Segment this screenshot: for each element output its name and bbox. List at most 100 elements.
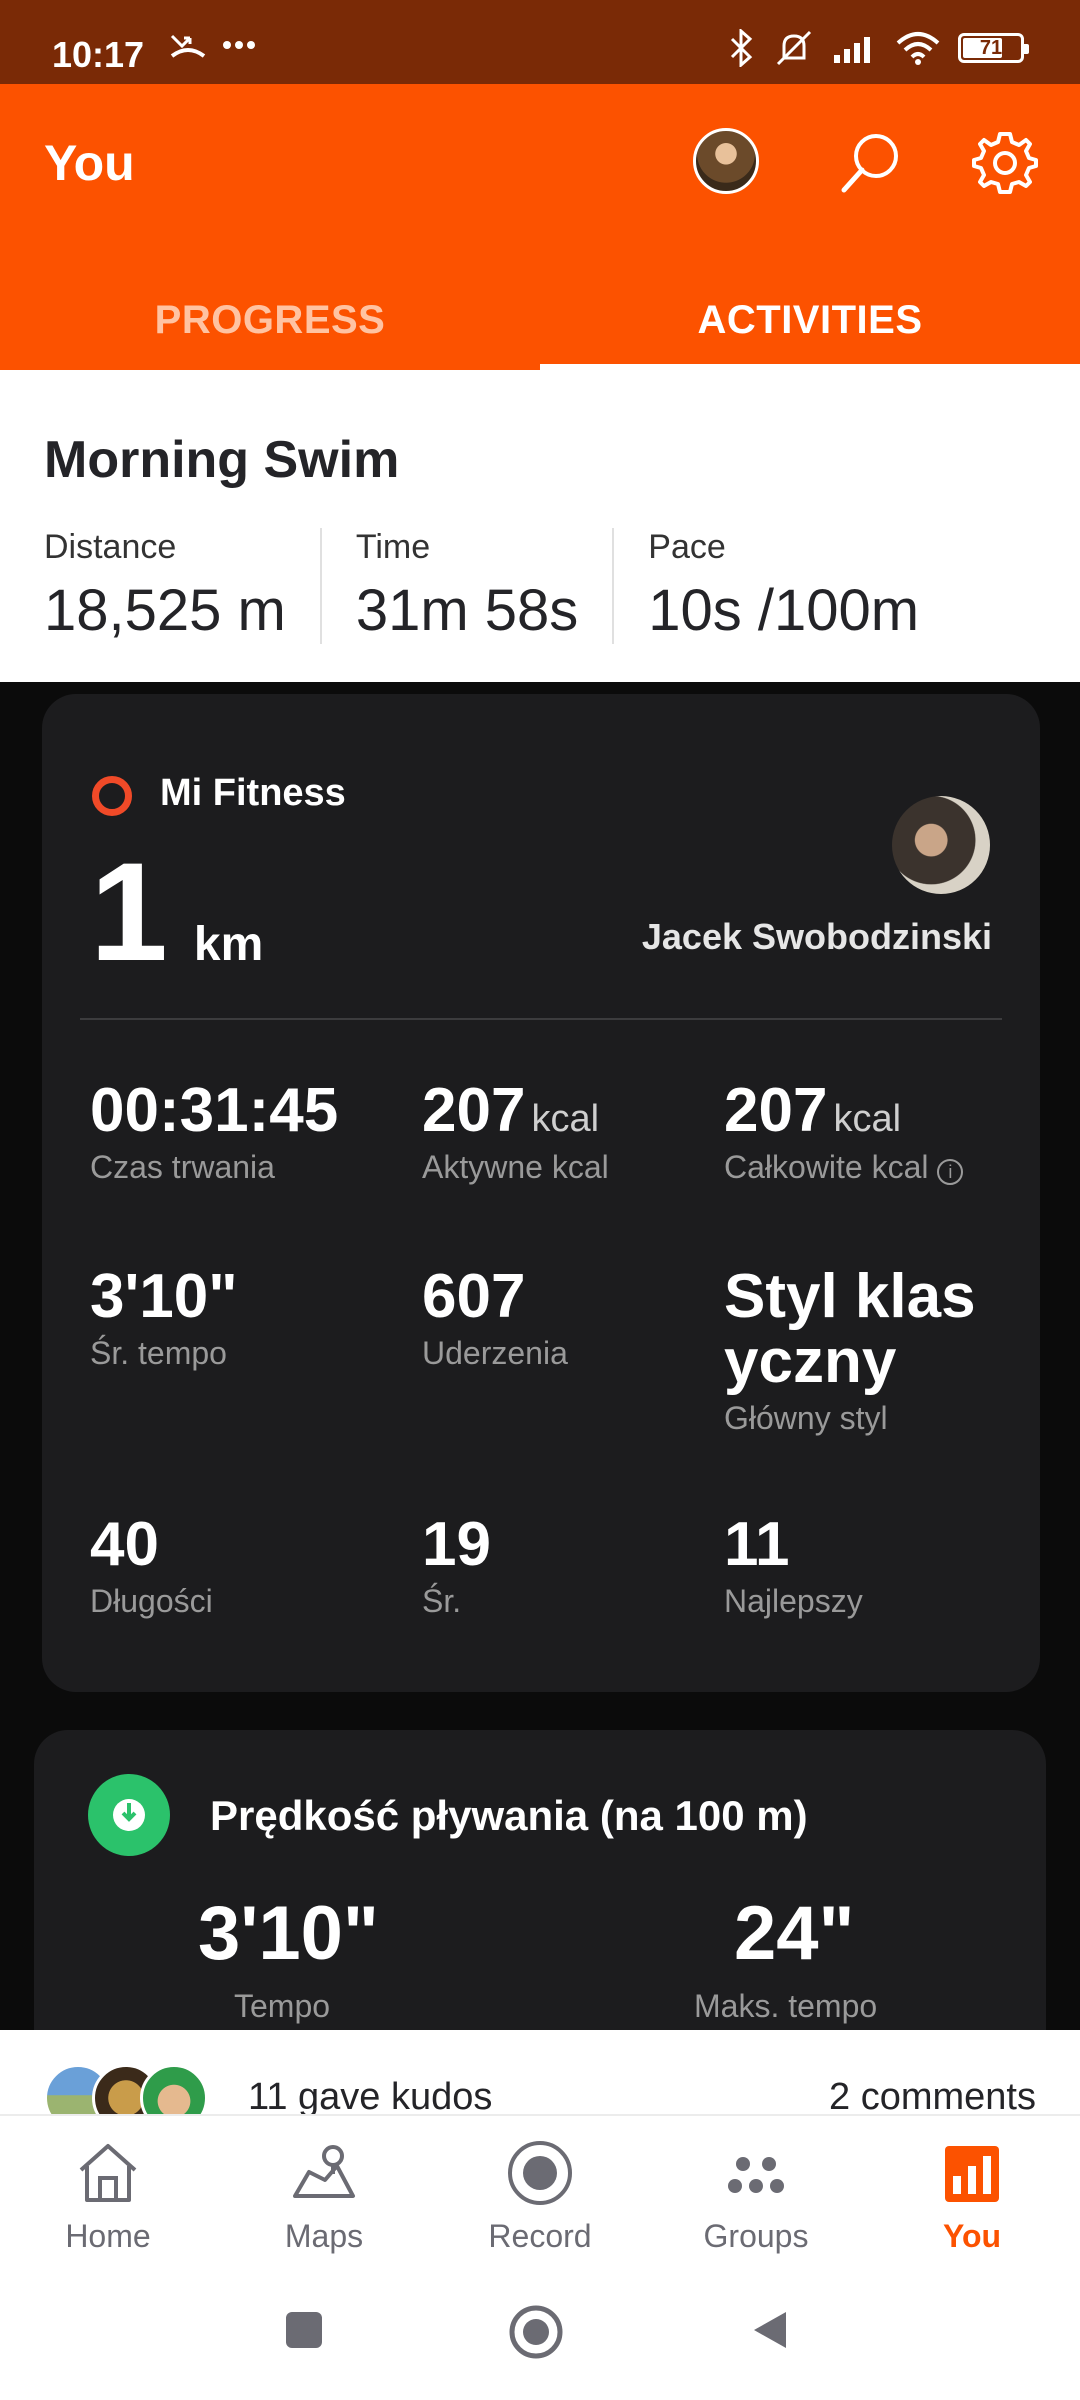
mi-label: Aktywne kcal <box>422 1149 609 1186</box>
mi-label: Najlepszy <box>724 1583 863 1620</box>
mi-lengths: 40 Długości <box>90 1512 213 1620</box>
mi-fitness-brand: Mi Fitness <box>160 772 346 814</box>
stat-label: Distance <box>44 528 177 566</box>
mute-icon <box>776 30 812 66</box>
mi-active-kcal: 207 kcal Aktywne kcal <box>422 1078 609 1186</box>
bottom-nav: Home Maps Record Groups You <box>0 2114 1080 2278</box>
mi-label-with-info: Całkowite kcal i <box>724 1149 964 1186</box>
system-nav-bar <box>0 2278 1080 2400</box>
info-icon: i <box>937 1159 964 1186</box>
mi-avg-pace: 3'10" Śr. tempo <box>90 1264 238 1372</box>
home-icon <box>79 2144 137 2202</box>
mi-label: Czas trwania <box>90 1149 275 1186</box>
speed-max-label: Maks. tempo <box>694 1988 878 2024</box>
stat-value: 31m 58s <box>355 578 579 643</box>
stat-distance: Distance 18,525 m <box>44 528 322 644</box>
stat-pace: Pace 10s /100m <box>648 528 953 644</box>
status-left-icons <box>168 30 256 60</box>
mi-distance-unit: km <box>193 918 264 971</box>
mi-user-name: Jacek Swobodzinski <box>641 916 992 957</box>
nav-label: You <box>942 2218 1002 2254</box>
stat-label: Pace <box>648 528 726 566</box>
activity-summary[interactable]: Morning Swim Distance 18,525 m Time 31m … <box>0 370 1080 682</box>
nav-label: Record <box>488 2218 592 2254</box>
mi-value: yczny <box>724 1327 897 1397</box>
mi-value: 607 <box>422 1262 526 1331</box>
mi-label: Główny styl <box>724 1400 888 1437</box>
back-icon[interactable] <box>748 2308 792 2352</box>
mi-value: 11 <box>724 1510 790 1579</box>
nav-record[interactable]: Record <box>432 2116 648 2278</box>
mi-unit: kcal <box>531 1098 600 1140</box>
comments-count[interactable]: 2 comments <box>829 2076 1036 2119</box>
missed-call-icon <box>170 34 206 58</box>
nav-maps[interactable]: Maps <box>216 2116 432 2278</box>
nav-label: Home <box>65 2218 151 2254</box>
record-icon <box>508 2141 572 2205</box>
recents-icon[interactable] <box>282 2308 326 2352</box>
mi-value: 207 <box>724 1076 828 1145</box>
mi-value: 19 <box>422 1510 491 1579</box>
more-dots-icon <box>223 41 255 49</box>
activity-title[interactable]: Morning Swim <box>44 430 399 490</box>
mi-fitness-logo-icon <box>92 776 132 816</box>
mi-avg: 19 Śr. <box>422 1512 491 1620</box>
nav-label: Groups <box>703 2218 809 2254</box>
social-bar: 11 gave kudos 2 comments <box>0 2030 1080 2132</box>
home-button-icon[interactable] <box>508 2304 564 2360</box>
tab-activities[interactable]: ACTIVITIES <box>540 270 1080 370</box>
you-icon <box>945 2146 999 2202</box>
swim-speed-card: Prędkość pływania (na 100 m) 3'10" Tempo… <box>34 1730 1046 2030</box>
tab-bar: PROGRESS ACTIVITIES <box>0 270 1080 370</box>
activity-stats: Distance 18,525 m Time 31m 58s Pace 10s … <box>44 528 987 644</box>
mi-value: 00:31:45 <box>90 1076 339 1145</box>
mi-fitness-card: Mi Fitness 1 km Jacek Swobodzinski 00:31… <box>42 694 1040 1692</box>
mi-label: Śr. <box>422 1583 462 1620</box>
mi-user-avatar <box>892 796 990 894</box>
activity-photo[interactable]: Mi Fitness 1 km Jacek Swobodzinski 00:31… <box>0 682 1080 2030</box>
bluetooth-icon <box>730 29 753 67</box>
mi-value: 207 <box>422 1076 526 1145</box>
swim-speed-icon <box>88 1774 170 1856</box>
mi-duration: 00:31:45 Czas trwania <box>90 1078 338 1186</box>
stat-label: Time <box>355 528 431 566</box>
stat-value: 10s /100m <box>648 578 920 643</box>
mi-label: Śr. tempo <box>90 1335 227 1372</box>
mi-label: Uderzenia <box>422 1335 568 1372</box>
status-bar: 10:17 71 <box>0 0 1080 84</box>
mi-label: Długości <box>90 1583 213 1620</box>
tab-progress[interactable]: PROGRESS <box>0 270 540 370</box>
mi-label: Całkowite kcal <box>724 1149 929 1186</box>
nav-label: Maps <box>284 2218 364 2254</box>
speed-max-value: 24" <box>734 1891 855 1976</box>
mi-value: Styl klas <box>724 1262 976 1331</box>
status-time: 10:17 <box>52 34 145 75</box>
divider <box>80 1018 1002 1020</box>
mi-total-kcal: 207 kcal Całkowite kcal i <box>724 1076 964 1186</box>
mi-distance-value: 1 <box>90 833 168 990</box>
mi-strokes: 607 Uderzenia <box>422 1264 568 1372</box>
speed-pace-label: Tempo <box>234 1988 331 2024</box>
nav-home[interactable]: Home <box>0 2116 216 2278</box>
nav-groups[interactable]: Groups <box>648 2116 864 2278</box>
battery-icon: 71 <box>958 33 1029 63</box>
speed-pace-value: 3'10" <box>198 1891 379 1976</box>
page-title: You <box>44 135 135 191</box>
app-header: You PROGRESS ACTIVITIES <box>0 84 1080 370</box>
mi-main-style: Styl klas yczny Główny styl <box>724 1264 976 1437</box>
maps-icon <box>293 2145 355 2198</box>
profile-avatar[interactable] <box>693 128 759 194</box>
search-icon[interactable] <box>836 128 906 198</box>
mi-value: 40 <box>90 1510 159 1579</box>
swim-speed-title: Prędkość pływania (na 100 m) <box>210 1792 808 1839</box>
groups-icon <box>728 2157 784 2193</box>
mi-distance: 1 km <box>90 842 263 982</box>
stat-time: Time 31m 58s <box>355 528 615 644</box>
battery-level: 71 <box>979 36 1003 59</box>
stat-value: 18,525 m <box>44 578 286 643</box>
nav-you[interactable]: You <box>864 2116 1080 2278</box>
signal-icon <box>834 37 870 63</box>
gear-icon[interactable] <box>970 128 1040 198</box>
kudos-count[interactable]: 11 gave kudos <box>248 2076 492 2119</box>
status-right-icons: 71 <box>726 28 1029 68</box>
